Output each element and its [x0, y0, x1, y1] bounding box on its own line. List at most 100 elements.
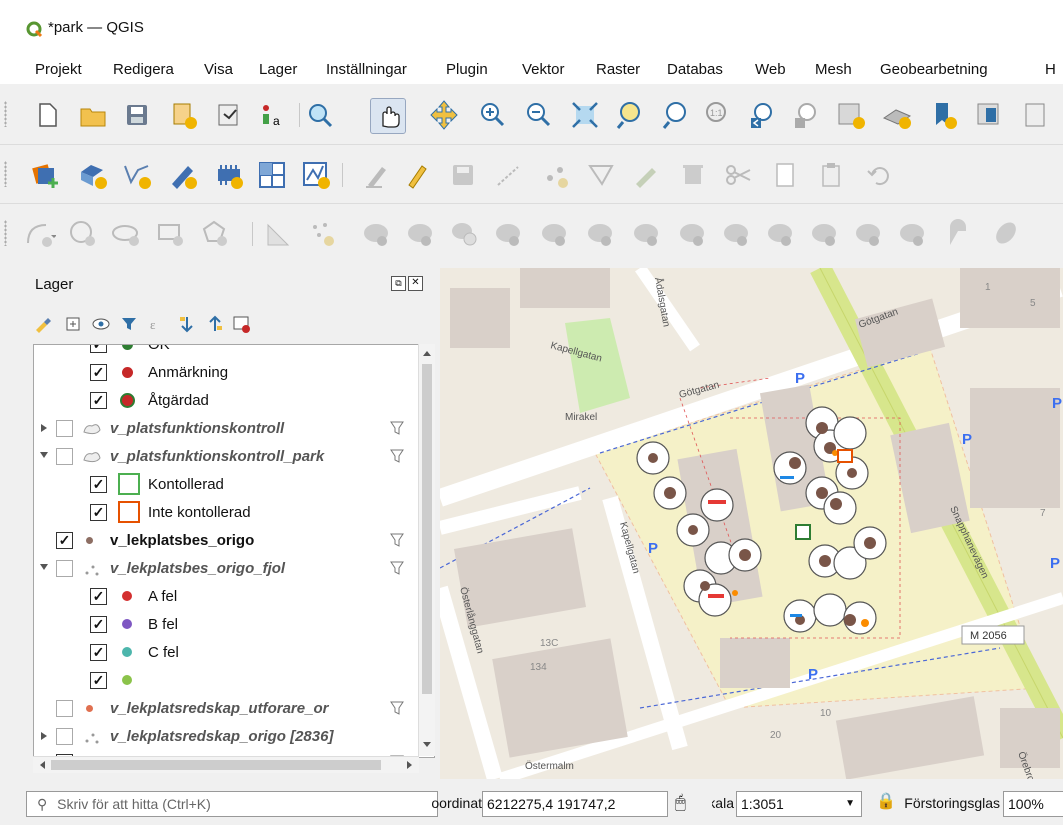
menu-raster[interactable]: Raster	[596, 61, 640, 78]
remove-layer-icon[interactable]	[231, 314, 251, 334]
add-rectangle-button[interactable]	[154, 217, 188, 251]
scale-combobox[interactable]: 1:3051 ▼	[736, 791, 862, 817]
delete-part-button[interactable]	[630, 217, 664, 251]
map-canvas[interactable]: P P P P P P Kapellgatan Götgatan Götgata…	[440, 268, 1063, 779]
filter-icon[interactable]	[389, 447, 405, 465]
collapse-arrow-icon[interactable]	[40, 452, 48, 458]
refresh-button[interactable]	[1018, 98, 1052, 132]
enable-advanced-digitizing-button[interactable]	[262, 217, 296, 251]
layer-checkbox[interactable]: ✓	[90, 345, 107, 353]
open-data-source-manager-button[interactable]	[30, 158, 64, 192]
add-ring-button[interactable]	[448, 217, 482, 251]
filter-expression-icon[interactable]: ε	[147, 314, 167, 334]
coordinate-field[interactable]: 6212275,4 191747,2	[482, 791, 668, 817]
add-circular-string-button[interactable]	[22, 217, 56, 251]
delete-ring-button[interactable]	[584, 217, 618, 251]
add-group-icon[interactable]	[63, 314, 83, 334]
layer-checkbox[interactable]: ✓	[90, 588, 107, 605]
rotate-feature-button[interactable]	[360, 217, 394, 251]
menu-visa[interactable]: Visa	[204, 61, 233, 78]
copy-features-button[interactable]	[768, 158, 802, 192]
layer-checkbox[interactable]: ✓	[90, 672, 107, 689]
new-3d-map-view-button[interactable]	[880, 98, 914, 132]
locator-search-input[interactable]: ⚲ Skriv för att hitta (Ctrl+K)	[26, 791, 438, 817]
cut-features-button[interactable]	[676, 158, 710, 192]
layer-checkbox[interactable]: ✓	[90, 476, 107, 493]
new-bookmark-button[interactable]	[926, 98, 960, 132]
manage-visibility-icon[interactable]	[91, 314, 111, 334]
add-part-button[interactable]	[492, 217, 526, 251]
identify-tool-button[interactable]	[303, 98, 337, 132]
delete-selected-button[interactable]	[630, 158, 664, 192]
layer-checkbox[interactable]	[56, 560, 73, 577]
new-project-button[interactable]	[30, 98, 64, 132]
legend-row[interactable]: ✓ Inte kontollerad	[34, 499, 414, 527]
layout-manager-button[interactable]	[212, 98, 246, 132]
expand-arrow-icon[interactable]	[41, 424, 47, 432]
zoom-out-button[interactable]	[522, 98, 556, 132]
new-shapefile-layer-button[interactable]	[166, 158, 200, 192]
toggle-extents-mouse-icon[interactable]: 🖱	[675, 792, 686, 813]
legend-row[interactable]: ✓ B fel	[34, 611, 414, 639]
new-spatialite-layer-button[interactable]	[120, 158, 154, 192]
zoom-next-button[interactable]	[790, 98, 824, 132]
layer-checkbox[interactable]	[56, 420, 73, 437]
zoom-last-button[interactable]	[746, 98, 780, 132]
panel-float-button[interactable]: ⧉	[391, 276, 406, 291]
fill-ring-button[interactable]	[538, 217, 572, 251]
menu-geobearbetning[interactable]: Geobearbetning	[880, 61, 988, 78]
toolbar-grip[interactable]	[4, 101, 7, 127]
menu-databas[interactable]: Databas	[667, 61, 723, 78]
filter-legend-icon[interactable]	[119, 314, 139, 334]
simplify-feature-button[interactable]	[404, 217, 438, 251]
layer-row[interactable]: v_lekplatsredskap_origo [2836]	[34, 723, 414, 751]
offset-point-symbols-button[interactable]	[990, 217, 1024, 251]
show-bookmarks-button[interactable]	[972, 98, 1006, 132]
new-print-layout-button[interactable]	[166, 98, 200, 132]
layer-checkbox[interactable]: ✓	[90, 504, 107, 521]
filter-icon[interactable]	[389, 531, 405, 549]
new-geopackage-layer-button[interactable]	[76, 158, 110, 192]
reshape-features-button[interactable]	[676, 217, 710, 251]
save-project-button[interactable]	[120, 98, 154, 132]
toggle-editing-button[interactable]	[400, 158, 434, 192]
filter-icon[interactable]	[389, 699, 405, 717]
layer-row[interactable]: ✓ v_lekplatsbes_origo	[34, 527, 414, 555]
magnifier-field[interactable]: 100%	[1003, 791, 1063, 817]
legend-row[interactable]: ✓ OK	[34, 345, 414, 359]
layer-row[interactable]: v_platsfunktionskontroll_park	[34, 443, 414, 471]
filter-icon[interactable]	[389, 559, 405, 577]
legend-row[interactable]: ✓ Anmärkning	[34, 359, 414, 387]
collapse-arrow-icon[interactable]	[40, 564, 48, 570]
split-features-button[interactable]	[764, 217, 798, 251]
toolbar-grip[interactable]	[4, 161, 7, 187]
layer-checkbox[interactable]: ✓	[56, 532, 73, 549]
horizontal-scrollbar[interactable]	[33, 756, 419, 773]
menu-mesh[interactable]: Mesh	[815, 61, 852, 78]
layer-checkbox[interactable]	[56, 728, 73, 745]
zoom-native-button[interactable]: 1:1	[700, 98, 734, 132]
legend-row[interactable]: ✓	[34, 667, 414, 695]
add-circle-button[interactable]	[66, 217, 100, 251]
topological-editing-button[interactable]	[305, 217, 339, 251]
new-map-view-button[interactable]	[834, 98, 868, 132]
modify-attributes-button[interactable]	[584, 158, 618, 192]
add-regular-polygon-button[interactable]	[198, 217, 232, 251]
layer-checkbox[interactable]	[56, 700, 73, 717]
legend-row[interactable]: ✓ C fel	[34, 639, 414, 667]
legend-row[interactable]: ✓ Åtgärdad	[34, 387, 414, 415]
open-layer-styling-icon[interactable]	[33, 314, 53, 334]
expand-all-icon[interactable]	[177, 314, 197, 334]
menu-vektor[interactable]: Vektor	[522, 61, 565, 78]
merge-attributes-button[interactable]	[896, 217, 930, 251]
add-ellipse-button[interactable]	[110, 217, 144, 251]
menu-installningar[interactable]: Inställningar	[326, 61, 407, 78]
layer-checkbox[interactable]: ✓	[90, 392, 107, 409]
layer-checkbox[interactable]: ✓	[90, 364, 107, 381]
menu-web[interactable]: Web	[755, 61, 786, 78]
style-manager-button[interactable]: a	[255, 98, 289, 132]
scissors-button[interactable]	[722, 158, 756, 192]
digitize-line-button[interactable]	[492, 158, 526, 192]
zoom-full-button[interactable]	[568, 98, 602, 132]
paste-features-button[interactable]	[814, 158, 848, 192]
